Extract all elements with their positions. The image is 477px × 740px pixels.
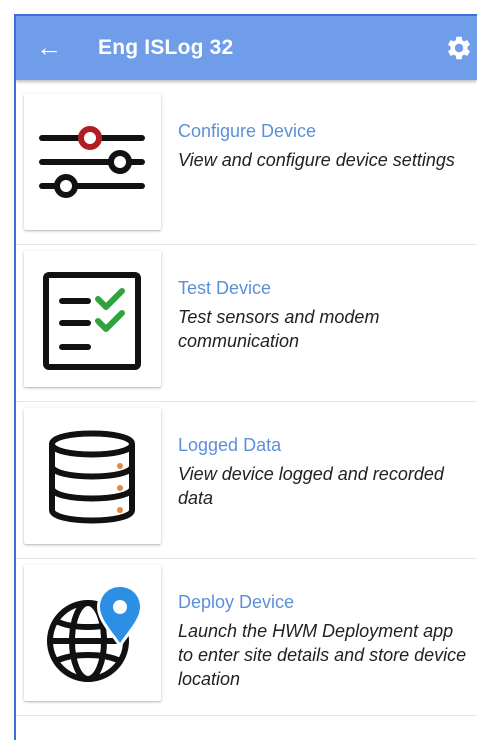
- item-text: Configure Device View and configure devi…: [178, 120, 468, 172]
- app-title: Eng ISLog 32: [98, 36, 234, 59]
- list-item-deploy-device[interactable]: Deploy Device Launch the HWM Deployment …: [16, 559, 477, 716]
- sliders-icon: [39, 126, 145, 198]
- arrow-left-icon[interactable]: ←: [36, 34, 62, 60]
- thumbnail: [24, 408, 161, 544]
- item-title: Logged Data: [178, 435, 282, 455]
- app-bar: ← Eng ISLog 32: [16, 16, 477, 80]
- app-frame: ← Eng ISLog 32 Configure Device View and…: [14, 14, 477, 740]
- item-description: View device logged and recorded data: [178, 464, 444, 508]
- checklist-icon: [43, 272, 141, 370]
- item-text: Logged Data View device logged and recor…: [178, 434, 468, 510]
- item-title: Test Device: [178, 278, 272, 298]
- thumbnail: [24, 251, 161, 387]
- item-description: Launch the HWM Deployment app to enter s…: [178, 621, 467, 689]
- globe-pin-icon: [47, 583, 144, 682]
- thumbnail: [24, 565, 161, 701]
- thumbnail: [24, 94, 161, 230]
- item-description: Test sensors and modem communication: [178, 307, 380, 351]
- item-title: Configure Device: [178, 121, 317, 141]
- item-text: Deploy Device Launch the HWM Deployment …: [178, 591, 468, 691]
- menu-list: Configure Device View and configure devi…: [16, 88, 477, 716]
- item-title: Deploy Device: [178, 592, 295, 612]
- item-description: View and configure device settings: [178, 150, 455, 170]
- gear-icon[interactable]: [445, 34, 473, 62]
- database-icon: [49, 430, 135, 524]
- item-text: Test Device Test sensors and modem commu…: [178, 277, 468, 353]
- list-item-logged-data[interactable]: Logged Data View device logged and recor…: [16, 402, 477, 559]
- list-item-test-device[interactable]: Test Device Test sensors and modem commu…: [16, 245, 477, 402]
- list-item-configure-device[interactable]: Configure Device View and configure devi…: [16, 88, 477, 245]
